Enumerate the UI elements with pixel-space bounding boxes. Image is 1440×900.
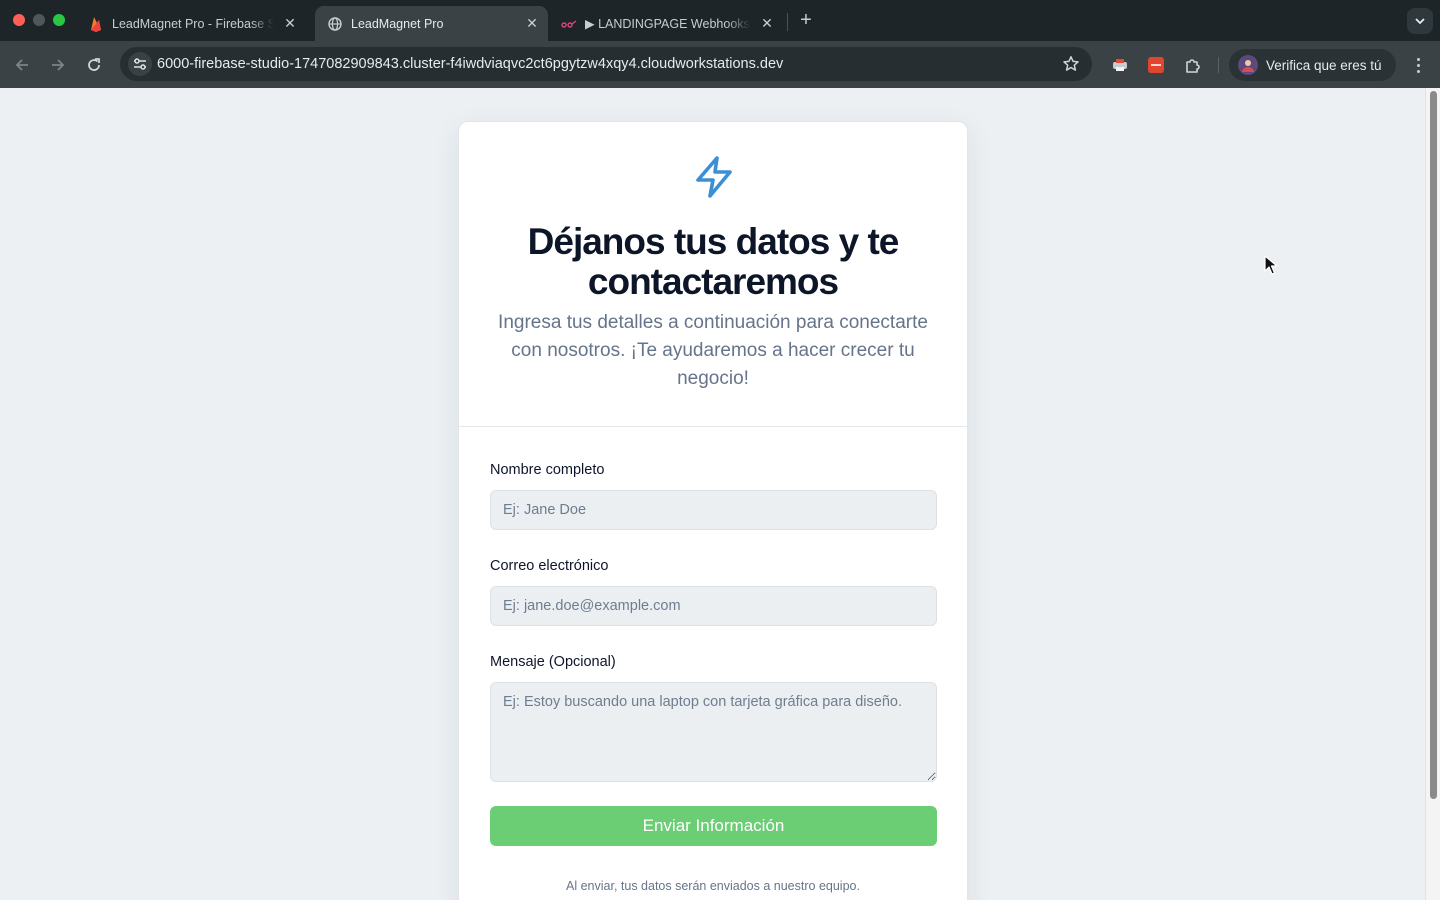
url-text: 6000-firebase-studio-1747082909843.clust… [157,56,784,72]
close-window-button[interactable] [13,14,25,26]
full-name-input[interactable] [490,490,937,530]
tab-title: LeadMagnet Pro - Firebase Studio [112,16,274,31]
browser-toolbar: 6000-firebase-studio-1747082909843.clust… [0,41,1440,88]
close-tab-icon[interactable]: ✕ [524,15,540,32]
scrollbar-thumb[interactable] [1430,91,1437,799]
toolbar-separator [1218,57,1219,73]
browser-menu-icon[interactable] [1408,55,1428,75]
extensions-puzzle-icon[interactable] [1181,54,1203,76]
tab-search-button[interactable] [1407,8,1433,34]
tab-landingpage-webhooks[interactable]: ▶ LANDINGPAGE Webhooks ✕ [549,6,783,41]
back-button[interactable] [10,53,34,77]
forward-button[interactable] [46,53,70,77]
tab-separator [787,13,788,31]
message-textarea[interactable] [490,682,937,782]
reload-button[interactable] [82,53,106,77]
firebase-icon [88,16,104,32]
printer-extension-icon[interactable] [1109,54,1131,76]
lead-form-card: Déjanos tus datos y te contactaremos Ing… [458,121,968,900]
webhook-icon [561,16,577,32]
red-extension-icon[interactable] [1145,54,1167,76]
form-footnote: Al enviar, tus datos serán enviados a nu… [566,879,860,893]
bookmark-star-icon[interactable] [1062,55,1080,73]
tab-leadmagnet-pro[interactable]: LeadMagnet Pro ✕ [315,6,548,41]
new-tab-button[interactable]: + [796,10,816,30]
minimize-window-button[interactable] [33,14,45,26]
profile-button[interactable]: Verifica que eres tú [1229,49,1396,81]
reload-icon [88,58,100,71]
card-divider [459,426,967,427]
arrow-left-icon [15,59,28,71]
page-scrollbar[interactable] [1425,88,1440,900]
close-tab-icon[interactable]: ✕ [759,15,775,32]
submit-button[interactable]: Enviar Información [490,806,937,846]
address-bar[interactable]: 6000-firebase-studio-1747082909843.clust… [120,47,1092,81]
email-input[interactable] [490,586,937,626]
chevron-down-icon [1415,17,1425,24]
close-tab-icon[interactable]: ✕ [282,15,298,32]
form-subheading: Ingresa tus detalles a continuación para… [498,312,928,389]
tab-title: LeadMagnet Pro [351,16,444,31]
tab-firebase-studio[interactable]: LeadMagnet Pro - Firebase Studio ✕ [76,6,306,41]
lightning-bolt-icon [696,156,732,198]
message-label: Mensaje (Opcional) [490,654,616,670]
email-label: Correo electrónico [490,558,609,574]
arrow-right-icon [52,59,65,71]
site-settings-icon[interactable] [128,52,152,76]
globe-icon [327,16,343,32]
avatar-icon [1238,55,1258,75]
profile-label: Verifica que eres tú [1266,57,1382,73]
browser-tab-bar: LeadMagnet Pro - Firebase Studio ✕ LeadM… [0,0,1440,41]
form-heading: Déjanos tus datos y te contactaremos [527,221,900,302]
page-viewport: Déjanos tus datos y te contactaremos Ing… [0,88,1425,900]
name-label: Nombre completo [490,462,605,478]
tab-title: ▶ LANDINGPAGE Webhooks [585,17,750,31]
maximize-window-button[interactable] [53,14,65,26]
mouse-cursor-icon [1264,255,1278,275]
